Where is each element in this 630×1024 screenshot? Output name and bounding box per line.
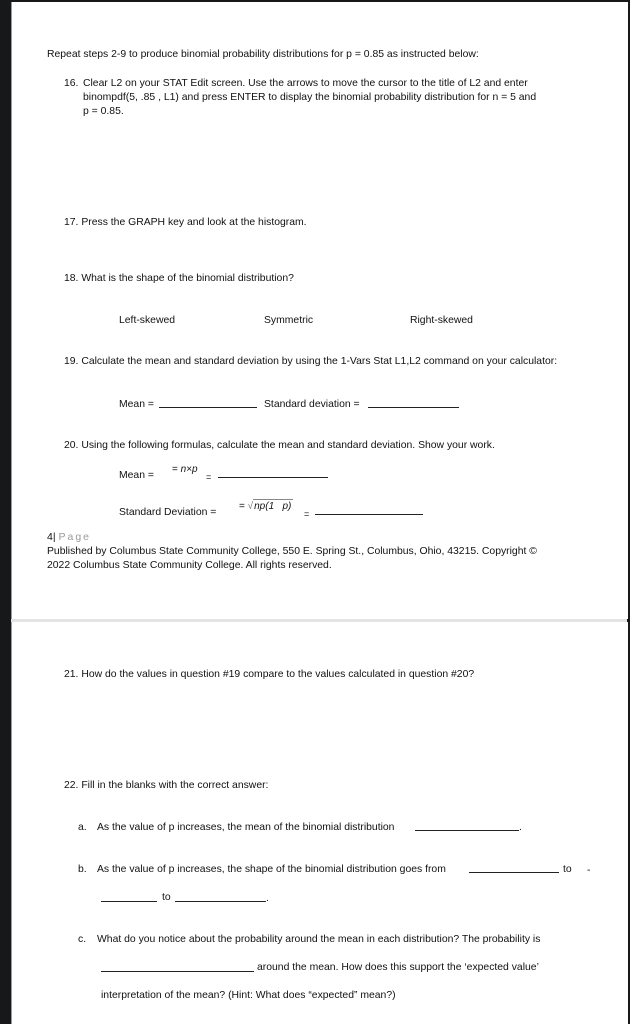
q19-mean-blank[interactable] bbox=[159, 397, 257, 412]
q19-text: 19. Calculate the mean and standard devi… bbox=[64, 356, 558, 367]
q16-line3: p = 0.85. bbox=[83, 106, 124, 117]
q16-line2: binompdf(5, .85 , L1) and press ENTER to… bbox=[83, 92, 537, 103]
formula-equals: = bbox=[172, 464, 178, 475]
q22a-text: As the value of p increases, the mean of… bbox=[97, 822, 395, 833]
q22c-line2: around the mean. How does this support t… bbox=[257, 962, 539, 973]
page-word: Page bbox=[58, 531, 92, 543]
option-left-skewed[interactable]: Left-skewed bbox=[119, 314, 175, 327]
q22c-letter: c. bbox=[78, 934, 87, 945]
q21-text: 21. How do the values in question #19 co… bbox=[64, 669, 475, 680]
q22b-blank-3[interactable] bbox=[175, 891, 266, 906]
q19-sd-blank[interactable] bbox=[368, 397, 459, 412]
q22b-to-2: to bbox=[162, 892, 171, 903]
q22b-text: As the value of p increases, the shape o… bbox=[97, 864, 446, 875]
q22a-letter: a. bbox=[78, 822, 87, 833]
q22a-period: . bbox=[519, 822, 522, 833]
q22b-period: . bbox=[266, 893, 269, 904]
q22b-blank-1[interactable] bbox=[469, 862, 559, 877]
q20-mean-label: Mean = bbox=[119, 470, 154, 481]
q19-sd-label: Standard deviation = bbox=[264, 399, 360, 410]
q22b-blank-2[interactable] bbox=[101, 891, 157, 906]
formula-equals: = bbox=[239, 501, 245, 512]
page-footer-label: 4| Page bbox=[47, 531, 91, 544]
sd-formula-expression: np(1 p) bbox=[254, 501, 292, 512]
q22b-mark: - bbox=[587, 865, 591, 876]
q17-text: 17. Press the GRAPH key and look at the … bbox=[64, 217, 307, 228]
q22a-blank[interactable] bbox=[415, 820, 519, 835]
q16-line1: Clear L2 on your STAT Edit screen. Use t… bbox=[83, 78, 528, 89]
q20-sd-label: Standard Deviation = bbox=[119, 507, 217, 518]
q22-text: 22. Fill in the blanks with the correct … bbox=[64, 780, 269, 791]
footer-line2: 2022 Columbus State Community College. A… bbox=[47, 560, 332, 571]
sd-formula: = √np(1 p) bbox=[239, 499, 294, 513]
q20-sd-blank[interactable] bbox=[315, 504, 423, 519]
intro-text: Repeat steps 2-9 to produce binomial pro… bbox=[47, 49, 479, 60]
q19-mean-label: Mean = bbox=[119, 399, 154, 410]
q22b-letter: b. bbox=[78, 864, 87, 875]
q22b-to-1: to bbox=[563, 864, 572, 875]
q16-number: 16. bbox=[64, 78, 79, 89]
q20-text: 20. Using the following formulas, calcul… bbox=[64, 440, 495, 451]
mean-formula: = n×p bbox=[172, 463, 198, 476]
mean-equals: = bbox=[206, 472, 212, 482]
footer-line1: Published by Columbus State Community Co… bbox=[47, 546, 537, 557]
sd-equals: = bbox=[304, 509, 310, 519]
q22c-blank[interactable] bbox=[101, 961, 254, 976]
q20-mean-blank[interactable] bbox=[218, 467, 328, 482]
mean-formula-expression: n×p bbox=[180, 464, 198, 475]
option-right-skewed[interactable]: Right-skewed bbox=[410, 314, 473, 327]
q22c-line1: What do you notice about the probability… bbox=[97, 934, 541, 945]
q22c-line3: interpretation of the mean? (Hint: What … bbox=[101, 990, 396, 1001]
option-symmetric[interactable]: Symmetric bbox=[264, 314, 313, 327]
q18-text: 18. What is the shape of the binomial di… bbox=[64, 273, 294, 284]
page-divider: | bbox=[52, 531, 56, 543]
